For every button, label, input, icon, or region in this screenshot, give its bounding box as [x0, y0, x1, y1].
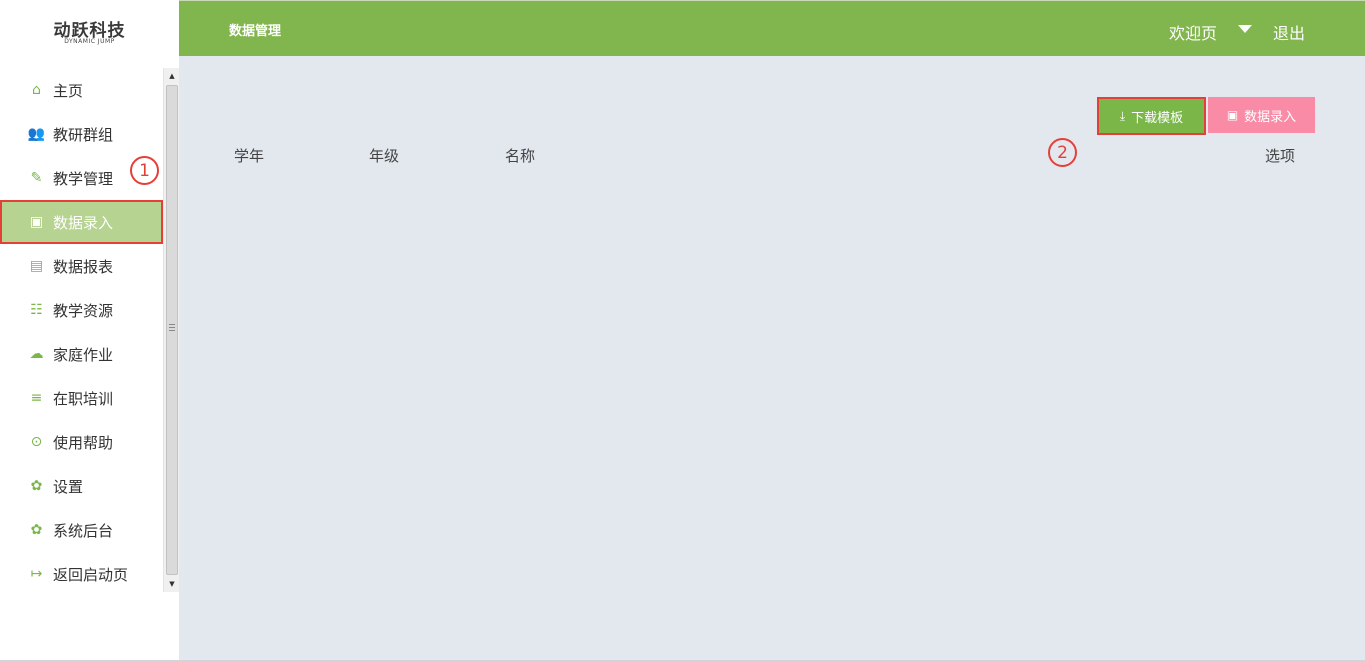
- sidebar-item-homework[interactable]: ☁ 家庭作业: [0, 332, 163, 376]
- sidebar-item-data-reports[interactable]: ▤ 数据报表: [0, 244, 163, 288]
- welcome-link[interactable]: 欢迎页: [1169, 20, 1217, 44]
- column-header-name: 名称: [505, 147, 536, 165]
- logout-link[interactable]: 退出: [1273, 20, 1305, 44]
- sidebar-item-label: 教学资源: [53, 301, 114, 320]
- sidebar-item-label: 教学管理: [53, 169, 114, 188]
- sidebar-item-help[interactable]: ⊙ 使用帮助: [0, 420, 163, 464]
- monitor-icon: ▣: [1226, 108, 1239, 122]
- column-header-school-year: 学年: [234, 147, 265, 165]
- sidebar-item-research-groups[interactable]: 👥 教研群组: [0, 112, 163, 156]
- sidebar-item-system-admin[interactable]: ✿ 系统后台: [0, 508, 163, 552]
- sidebar-item-label: 数据报表: [53, 257, 114, 276]
- sidebar-item-data-entry[interactable]: ▣ 数据录入: [0, 200, 163, 244]
- top-header: 数据管理 欢迎页 退出: [179, 0, 1365, 56]
- list-icon: ☷: [30, 302, 43, 318]
- download-template-label: 下载模板: [1131, 110, 1184, 126]
- sidebar-item-label: 数据录入: [53, 213, 114, 232]
- sidebar-item-label: 家庭作业: [53, 345, 114, 364]
- download-icon: ⤓: [1119, 108, 1126, 123]
- logo-subtitle: DYNAMIC JUMP: [64, 38, 115, 45]
- sidebar-scrollbar[interactable]: ▲ ▼: [163, 68, 179, 592]
- sidebar-item-label: 教研群组: [53, 125, 114, 144]
- scrollbar-thumb[interactable]: [166, 85, 178, 575]
- sidebar-item-label: 在职培训: [53, 389, 114, 408]
- scroll-down-arrow-icon[interactable]: ▼: [164, 576, 180, 592]
- logo: 动跃科技 DYNAMIC JUMP: [0, 0, 179, 56]
- home-icon: ⌂: [32, 82, 41, 98]
- cloud-icon: ☁: [29, 346, 44, 362]
- users-icon: 👥: [27, 126, 46, 142]
- gear-icon: ✿: [30, 522, 43, 538]
- download-template-button[interactable]: ⤓ 下载模板: [1097, 97, 1206, 135]
- sidebar-nav: ⌂ 主页 👥 教研群组 ✎ 教学管理 ▣ 数据录入 ▤ 数据报表 ☷ 教学资源: [0, 68, 163, 596]
- sidebar-item-training[interactable]: ≡ 在职培训: [0, 376, 163, 420]
- column-header-options: 选项: [1265, 147, 1296, 165]
- help-dots-icon: ⊙: [30, 434, 43, 450]
- sidebar-item-label: 使用帮助: [53, 433, 114, 452]
- scrollbar-grip-icon: [169, 324, 175, 331]
- data-entry-button[interactable]: ▣ 数据录入: [1208, 97, 1315, 133]
- main-content: ⤓ 下载模板 ▣ 数据录入 2 学年 年级 名称 选项: [179, 56, 1365, 662]
- sidebar-item-label: 主页: [53, 81, 84, 100]
- monitor-icon: ▣: [29, 214, 44, 230]
- sidebar-item-home[interactable]: ⌂ 主页: [0, 68, 163, 112]
- edit-book-icon: ✎: [30, 170, 43, 186]
- chevron-down-icon[interactable]: [1238, 25, 1252, 33]
- sidebar-item-label: 返回启动页: [53, 565, 129, 584]
- app-window: 动跃科技 DYNAMIC JUMP ⌂ 主页 👥 教研群组 ✎ 教学管理 ▣ 数…: [0, 0, 1365, 662]
- sidebar: 动跃科技 DYNAMIC JUMP ⌂ 主页 👥 教研群组 ✎ 教学管理 ▣ 数…: [0, 0, 179, 662]
- gear-icon: ✿: [30, 478, 43, 494]
- report-icon: ▤: [29, 258, 44, 274]
- data-entry-label: 数据录入: [1244, 109, 1297, 125]
- sidebar-item-label: 设置: [53, 477, 84, 496]
- notes-icon: ≡: [30, 390, 43, 406]
- scroll-up-arrow-icon[interactable]: ▲: [164, 68, 180, 84]
- column-header-grade: 年级: [369, 147, 400, 165]
- sidebar-item-settings[interactable]: ✿ 设置: [0, 464, 163, 508]
- sidebar-item-teaching-resources[interactable]: ☷ 教学资源: [0, 288, 163, 332]
- sidebar-item-label: 系统后台: [53, 521, 114, 540]
- sidebar-item-back-to-start[interactable]: ↦ 返回启动页: [0, 552, 163, 596]
- annotation-marker-1: 1: [130, 156, 159, 185]
- exit-icon: ↦: [30, 566, 43, 582]
- annotation-marker-2: 2: [1048, 138, 1077, 167]
- page-title: 数据管理: [229, 24, 282, 39]
